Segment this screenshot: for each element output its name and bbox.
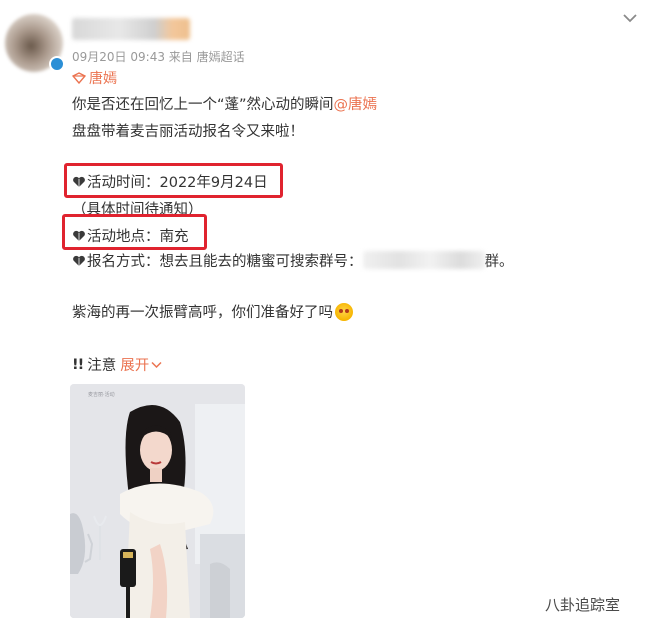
note-label: 注意 bbox=[87, 358, 117, 374]
signup-suffix: 群。 bbox=[484, 254, 514, 270]
username-blurred[interactable] bbox=[72, 18, 190, 40]
heart-icon bbox=[73, 255, 85, 266]
cheer-line: 紫海的再一次振臂高呼，你们准备好了吗 bbox=[72, 302, 353, 324]
note-bang: !! bbox=[72, 356, 84, 373]
source-prefix: 来自 bbox=[168, 50, 193, 64]
supertopic-label: 唐嫣 bbox=[89, 71, 117, 87]
expand-label: 展开 bbox=[120, 358, 150, 374]
post-date[interactable]: 09月20日 bbox=[72, 50, 127, 64]
signup-label: 报名方式：想去且能去的糖蜜可搜索群号： bbox=[87, 254, 363, 270]
post-line-1: 你是否还在回忆上一个“蓬”然心动的瞬间@唐嫣 bbox=[72, 94, 377, 116]
highlight-box-place bbox=[62, 214, 207, 250]
source-link[interactable]: 唐嫣超话 bbox=[197, 50, 245, 64]
supertopic-tag[interactable]: 唐嫣 bbox=[72, 68, 117, 88]
highlight-box-time bbox=[64, 163, 283, 198]
post-line-2: 盘盘带着麦吉丽活动报名令又来啦！ bbox=[72, 124, 304, 140]
watermark: 八卦追踪室 bbox=[545, 596, 621, 614]
chevron-down-icon bbox=[151, 361, 162, 368]
emoji-icon bbox=[335, 303, 353, 321]
verified-badge-icon bbox=[49, 56, 65, 72]
signup-line: 报名方式：想去且能去的糖蜜可搜索群号： 群。 bbox=[72, 251, 514, 273]
post-line-1-text: 你是否还在回忆上一个“蓬”然心动的瞬间 bbox=[72, 97, 334, 113]
post-meta: 09月20日 09:43 来自 唐嫣超话 bbox=[72, 48, 245, 65]
expand-button[interactable]: 展开 bbox=[120, 354, 162, 375]
post-photo[interactable]: 麦吉丽·活动 bbox=[70, 384, 245, 618]
note-row: !! 注意 展开 bbox=[72, 354, 162, 375]
supertopic-icon bbox=[72, 72, 86, 84]
group-number-blurred bbox=[362, 251, 485, 269]
post-time[interactable]: 09:43 bbox=[130, 50, 165, 64]
photo-backdrop-text: 麦吉丽·活动 bbox=[88, 391, 115, 398]
mention-link[interactable]: @唐嫣 bbox=[334, 97, 378, 113]
cheer-text: 紫海的再一次振臂高呼，你们准备好了吗 bbox=[72, 305, 333, 321]
chevron-down-icon[interactable] bbox=[620, 8, 640, 28]
photo-illustration: 麦吉丽·活动 bbox=[70, 384, 245, 618]
